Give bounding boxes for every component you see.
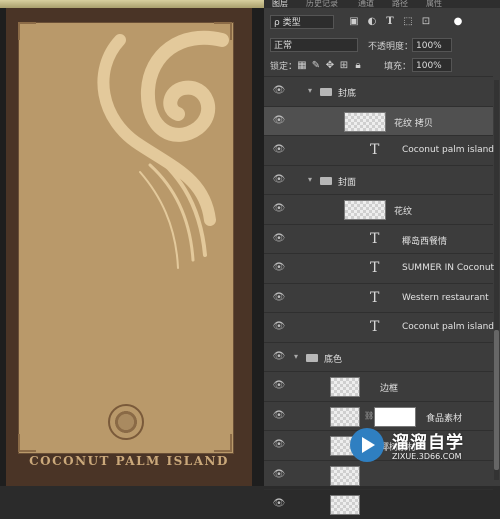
layers-scrollbar[interactable] [494, 80, 499, 480]
tab-layers[interactable]: 图层 [272, 0, 288, 9]
layer-name: 封底 [338, 89, 357, 99]
visibility-eye-icon[interactable]: 👁︎ [272, 233, 286, 244]
layer-name: 底色 [324, 355, 343, 365]
lock-artboard-icon[interactable]: ⊞ [338, 60, 350, 72]
layer-row[interactable]: 👁︎ 花纹 拷贝 [264, 106, 493, 136]
layer-row[interactable]: 👁︎ ▾ 封面 [264, 165, 493, 195]
tab-channels[interactable]: 通道 [358, 0, 374, 9]
document-footer: COCONUT PALM ISLAND [6, 448, 252, 482]
group-expand-chevron-icon[interactable]: ▾ [308, 86, 312, 95]
layer-row[interactable]: 👁︎ 边框 [264, 371, 493, 401]
emblem-seal-icon [108, 404, 144, 440]
layer-name: 边框 [380, 384, 399, 394]
watermark-title: 溜溜自学 [392, 433, 464, 453]
visibility-eye-icon[interactable]: 👁︎ [272, 85, 286, 96]
fill-input[interactable]: 100% [412, 58, 452, 72]
layer-row[interactable]: 👁︎ T Coconut palm island [264, 135, 495, 165]
filter-toggle-icon[interactable]: ● [452, 16, 464, 28]
visibility-eye-icon[interactable]: 👁︎ [272, 203, 286, 214]
layer-name: Coconut palm island [402, 145, 495, 155]
mask-link-icon[interactable]: ⛓ [364, 411, 374, 420]
blend-mode-select[interactable]: 正常 [270, 38, 358, 52]
watermark-url: ZIXUE.3D66.COM [392, 452, 462, 461]
lock-label: 锁定： [270, 62, 298, 72]
layer-name: Western restaurant [402, 293, 489, 303]
visibility-eye-icon[interactable]: 👁︎ [272, 262, 286, 273]
visibility-eye-icon[interactable]: 👁︎ [272, 351, 286, 362]
layer-row[interactable]: 👁︎ ▾ 封底 [264, 76, 493, 106]
visibility-eye-icon[interactable]: 👁︎ [272, 380, 286, 391]
text-layer-icon: T [370, 142, 380, 158]
layer-row[interactable]: 👁︎ T SUMMER IN Coconut ... [264, 253, 500, 283]
layer-row[interactable]: 👁︎ [264, 489, 493, 519]
text-layer-icon: T [370, 290, 380, 306]
watermark: 溜溜自学 ZIXUE.3D66.COM [350, 424, 500, 468]
pixel-filter-icon[interactable]: ▣ [348, 16, 360, 28]
tab-paths[interactable]: 路径 [392, 0, 408, 9]
shape-filter-icon[interactable]: ⬚ [402, 16, 414, 28]
layer-thumbnail [330, 377, 360, 397]
visibility-eye-icon[interactable]: 👁︎ [272, 439, 286, 450]
lock-position-icon[interactable]: ✥ [324, 60, 336, 72]
layer-name: 封面 [338, 178, 357, 188]
type-filter-icon[interactable]: T [384, 16, 396, 28]
layer-name: 花纹 拷贝 [394, 119, 433, 129]
folder-icon [320, 177, 332, 185]
folder-icon [306, 354, 318, 362]
text-layer-icon: T [370, 319, 380, 335]
layer-kind-filter[interactable]: ρ 类型 [270, 15, 334, 29]
folder-icon [320, 88, 332, 96]
lock-row: 锁定： ▦ ✎ ✥ ⊞ 🔒︎ 填充： 100% [264, 58, 500, 76]
lock-all-icon[interactable]: 🔒︎ [352, 60, 364, 72]
layer-thumbnail [344, 200, 386, 220]
canvas-area[interactable]: COCONUT PALM ISLAND [0, 0, 264, 486]
visibility-eye-icon[interactable]: 👁︎ [272, 469, 286, 480]
visibility-eye-icon[interactable]: 👁︎ [272, 292, 286, 303]
group-expand-chevron-icon[interactable]: ▾ [294, 352, 298, 361]
layer-thumbnail [330, 495, 360, 515]
layer-row[interactable]: 👁︎ 花纹 [264, 194, 493, 224]
fill-label: 填充： [384, 62, 412, 72]
watermark-logo-icon [350, 428, 384, 462]
layer-row[interactable]: 👁︎ T Western restaurant [264, 283, 493, 313]
layers-panel: 图层 历史记录 通道 路径 属性 ρ 类型 ▣ ◐ T ⬚ ⊡ ● 正常 不透明… [264, 0, 500, 515]
group-expand-chevron-icon[interactable]: ▾ [308, 175, 312, 184]
panel-tabs: 图层 历史记录 通道 路径 属性 [264, 0, 500, 8]
tab-history[interactable]: 历史记录 [306, 0, 338, 9]
layer-name: Coconut palm island [402, 322, 495, 332]
smart-object-filter-icon[interactable]: ⊡ [420, 16, 432, 28]
layer-name: SUMMER IN Coconut ... [402, 263, 500, 273]
text-layer-icon: T [370, 231, 380, 247]
lock-image-icon[interactable]: ✎ [310, 60, 322, 72]
tab-properties[interactable]: 属性 [426, 0, 442, 9]
layer-thumbnail [330, 466, 360, 486]
blend-row: 正常 不透明度： 100% [264, 36, 500, 56]
filter-row: ρ 类型 ▣ ◐ T ⬚ ⊡ ● [264, 10, 500, 34]
opacity-label: 不透明度： [368, 42, 414, 52]
layer-name: 食品素材 [426, 414, 463, 424]
text-layer-icon: T [370, 260, 380, 276]
layer-row[interactable]: 👁︎ ▾ 底色 [264, 342, 493, 372]
adjustment-filter-icon[interactable]: ◐ [366, 16, 378, 28]
visibility-eye-icon[interactable]: 👁︎ [272, 115, 286, 126]
layer-name: 花纹 [394, 207, 413, 217]
layer-name: 椰岛西餐情 [402, 237, 448, 247]
visibility-eye-icon[interactable]: 👁︎ [272, 144, 286, 155]
visibility-eye-icon[interactable]: 👁︎ [272, 321, 286, 332]
lock-transparent-icon[interactable]: ▦ [296, 60, 308, 72]
visibility-eye-icon[interactable]: 👁︎ [272, 498, 286, 509]
opacity-input[interactable]: 100% [412, 38, 452, 52]
document-footer-title: COCONUT PALM ISLAND [29, 454, 229, 468]
layer-row[interactable]: 👁︎ T Coconut palm island [264, 312, 495, 342]
visibility-eye-icon[interactable]: 👁︎ [272, 410, 286, 421]
layer-row[interactable]: 👁︎ T 椰岛西餐情 [264, 224, 493, 254]
layer-thumbnail [344, 112, 386, 132]
visibility-eye-icon[interactable]: 👁︎ [272, 174, 286, 185]
